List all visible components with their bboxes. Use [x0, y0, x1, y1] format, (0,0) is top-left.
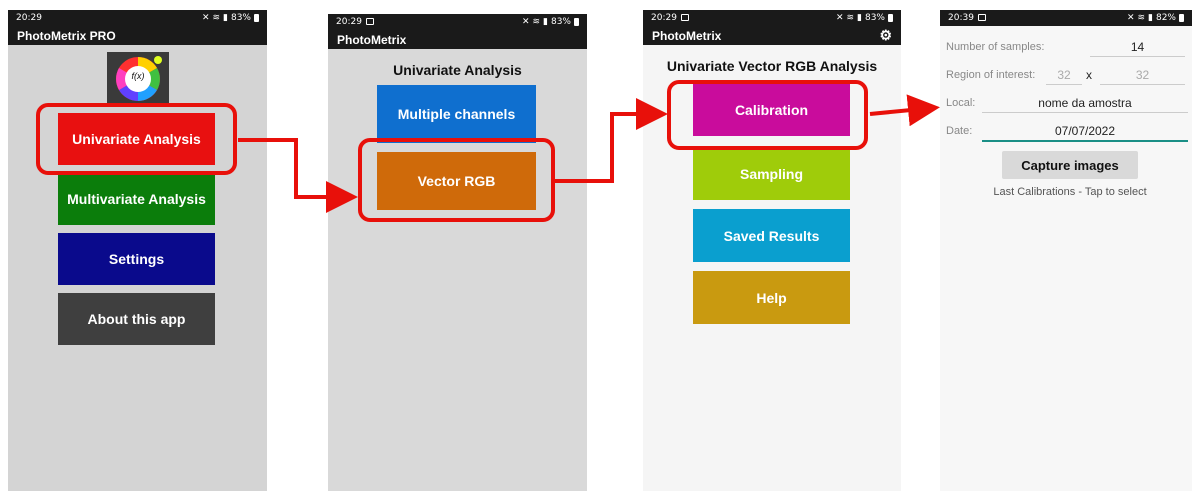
multivariate-analysis-button[interactable]: Multivariate Analysis [58, 173, 215, 225]
status-icons: ✕ ≋ ▮ 83% [522, 17, 579, 27]
status-time-group: 20:29 [651, 13, 689, 23]
wifi-icon: ≋ [532, 17, 541, 27]
status-time-group: 20:39 [948, 13, 986, 23]
gallery-icon [365, 18, 374, 25]
screen-univariate-analysis: 20:29 ✕ ≋ ▮ 83% PhotoMetrix Univariate A… [328, 14, 587, 491]
status-time: 20:39 [948, 13, 974, 23]
roi-width-underline [1046, 84, 1082, 85]
roi-height-underline [1100, 84, 1185, 85]
battery-level: 82% [1155, 13, 1176, 23]
app-title-bar: PhotoMetrix PRO [8, 26, 267, 45]
app-title: PhotoMetrix [337, 32, 407, 47]
settings-button[interactable]: Settings [58, 233, 215, 285]
battery-level: 83% [864, 13, 885, 23]
status-time: 20:29 [16, 13, 42, 23]
status-icons: ✕ ≋ ▮ 82% [1127, 13, 1184, 23]
battery-level: 83% [230, 13, 251, 23]
local-label: Local: [946, 97, 976, 109]
battery-icon [1179, 14, 1184, 22]
status-bar: 20:29 ✕ ≋ ▮ 83% [8, 10, 267, 26]
battery-level: 83% [550, 17, 571, 27]
app-title: PhotoMetrix [652, 28, 722, 43]
status-time-group: 20:29 [336, 17, 374, 27]
gallery-icon [977, 14, 986, 21]
logo-text: f(x) [131, 71, 145, 81]
app-title-bar: PhotoMetrix ⚙ [643, 26, 901, 45]
signal-icon: ▮ [1148, 13, 1153, 23]
mute-icon: ✕ [1126, 13, 1135, 23]
gallery-icon [680, 14, 689, 21]
saved-results-button[interactable]: Saved Results [693, 209, 850, 262]
battery-icon [888, 14, 893, 22]
status-bar: 20:29 ✕ ≋ ▮ 83% [328, 14, 587, 30]
number-of-samples-underline [1090, 56, 1185, 57]
page-heading: Univariate Analysis [393, 62, 522, 78]
help-button[interactable]: Help [693, 271, 850, 324]
signal-icon: ▮ [223, 13, 228, 23]
about-this-app-button[interactable]: About this app [58, 293, 215, 345]
local-underline [982, 112, 1188, 113]
date-input[interactable]: 07/07/2022 [982, 124, 1188, 138]
mute-icon: ✕ [201, 13, 210, 23]
signal-icon: ▮ [857, 13, 862, 23]
status-bar: 20:39 ✕ ≋ ▮ 82% [940, 10, 1192, 26]
mute-icon: ✕ [835, 13, 844, 23]
status-time: 20:29 [651, 13, 677, 23]
status-time: 20:29 [336, 17, 362, 27]
app-title-bar: PhotoMetrix [328, 30, 587, 49]
screen-main-menu: 20:29 ✕ ≋ ▮ 83% PhotoMetrix PRO f(x) Uni… [8, 10, 267, 491]
screen-calibration-form: 20:39 ✕ ≋ ▮ 82% Number of samples: 14 Re… [940, 10, 1192, 491]
app-logo: f(x) [107, 52, 169, 106]
sampling-button[interactable]: Sampling [693, 147, 850, 200]
status-bar: 20:29 ✕ ≋ ▮ 83% [643, 10, 901, 26]
status-icons: ✕ ≋ ▮ 83% [836, 13, 893, 23]
number-of-samples-input[interactable]: 14 [1090, 40, 1185, 54]
gear-icon[interactable]: ⚙ [879, 27, 892, 44]
highlight-vector-rgb [358, 138, 555, 222]
date-underline [982, 140, 1188, 142]
wifi-icon: ≋ [1137, 13, 1146, 23]
battery-icon [254, 14, 259, 22]
mute-icon: ✕ [521, 17, 530, 27]
roi-width-input[interactable]: 32 [1046, 68, 1082, 82]
date-label: Date: [946, 125, 973, 137]
app-title: PhotoMetrix PRO [17, 28, 116, 43]
signal-icon: ▮ [543, 17, 548, 27]
wifi-icon: ≋ [212, 13, 221, 23]
wifi-icon: ≋ [846, 13, 855, 23]
multiple-channels-button[interactable]: Multiple channels [377, 85, 536, 143]
highlight-univariate [36, 103, 237, 175]
roi-separator: x [1086, 68, 1092, 82]
screen-vector-rgb-analysis: 20:29 ✕ ≋ ▮ 83% PhotoMetrix ⚙ Univariate… [643, 10, 901, 491]
number-of-samples-label: Number of samples: [946, 41, 1045, 53]
page-heading: Univariate Vector RGB Analysis [666, 58, 878, 74]
battery-icon [574, 18, 579, 26]
last-calibrations-label[interactable]: Last Calibrations - Tap to select [940, 186, 1192, 198]
roi-height-input[interactable]: 32 [1100, 68, 1185, 82]
capture-images-button[interactable]: Capture images [1002, 151, 1138, 179]
status-icons: ✕ ≋ ▮ 83% [202, 13, 259, 23]
local-input[interactable]: nome da amostra [982, 96, 1188, 110]
highlight-calibration [667, 80, 868, 150]
region-of-interest-label: Region of interest: [946, 69, 1036, 81]
